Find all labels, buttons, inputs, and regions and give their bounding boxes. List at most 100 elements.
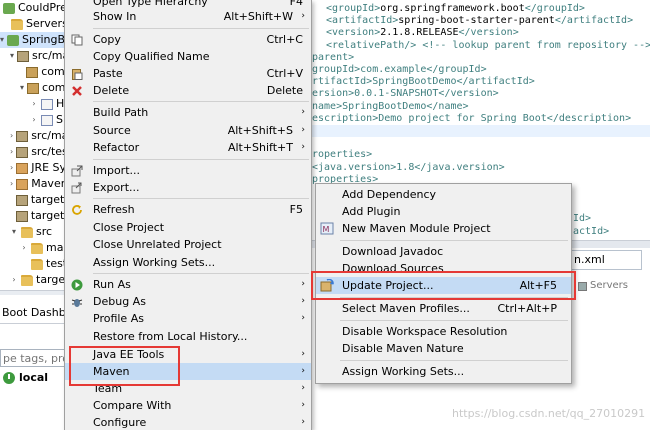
menu-item-copy[interactable]: Copy Ctrl+C: [65, 31, 311, 48]
menu-item-label: Update Project...: [342, 279, 434, 292]
source-folder-icon: [16, 146, 29, 158]
menu-item-debug-as[interactable]: Debug As ›: [65, 293, 311, 310]
local-target-row[interactable]: local: [3, 370, 48, 386]
code-text: parent>: [312, 51, 355, 63]
xml-value: 2.1.8.RELEASE: [380, 27, 459, 39]
code-line: <relativePath/> <!-- lookup parent from …: [326, 40, 650, 52]
expand-toggle-icon[interactable]: ›: [30, 96, 38, 112]
expand-toggle-icon[interactable]: ›: [10, 272, 18, 288]
menu-item-show-in[interactable]: Show In Alt+Shift+W ›: [65, 8, 311, 25]
menu-item-close-unrelated-project[interactable]: Close Unrelated Project: [65, 236, 311, 253]
pom-xml-tab[interactable]: n.xml: [570, 250, 642, 270]
expand-toggle-icon[interactable]: ›: [20, 240, 28, 256]
menu-item-build-path[interactable]: Build Path ›: [65, 104, 311, 121]
folder-icon: [31, 242, 43, 254]
menu-item-assign-working-sets[interactable]: Assign Working Sets...: [65, 254, 311, 271]
copy-icon: [71, 34, 83, 46]
project-context-menu: Open Type Hierarchy F4 Show In Alt+Shift+W ›…: [64, 0, 312, 430]
maven-menu-item-update-project[interactable]: Update Project... Alt+F5: [316, 277, 571, 294]
maven-menu-item-assign-working-sets[interactable]: Assign Working Sets...: [316, 363, 571, 380]
maven-menu-item-new-maven-module-project[interactable]: M New Maven Module Project: [316, 220, 571, 237]
menu-item-delete[interactable]: Delete Delete: [65, 82, 311, 99]
maven-menu-item-add-plugin[interactable]: Add Plugin: [316, 203, 571, 220]
menu-item-shortcut: Alt+Shift+T: [227, 141, 293, 154]
menu-item-profile-as[interactable]: Profile As ›: [65, 310, 311, 327]
menu-item-source[interactable]: Source Alt+Shift+S ›: [65, 122, 311, 139]
maven-menu-item-disable-workspace-resolution[interactable]: Disable Workspace Resolution: [316, 323, 571, 340]
menu-item-configure[interactable]: Configure ›: [65, 414, 311, 430]
maven-menu-item-disable-maven-nature[interactable]: Disable Maven Nature: [316, 340, 571, 357]
source-folder-icon: [17, 50, 30, 62]
maven-submenu: Add Dependency Add Plugin M New Maven Modul…: [315, 183, 572, 384]
code-line: parent>: [312, 52, 354, 64]
menu-item-label: Run As: [93, 278, 131, 291]
expand-toggle-icon[interactable]: ›: [10, 144, 13, 160]
servers-tab[interactable]: Servers: [578, 278, 628, 294]
import-icon: [71, 165, 83, 177]
menu-item-team[interactable]: Team ›: [65, 380, 311, 397]
menu-item-close-project[interactable]: Close Project: [65, 219, 311, 236]
menu-item-paste[interactable]: Paste Ctrl+V: [65, 65, 311, 82]
menu-item-label: Add Dependency: [342, 188, 437, 201]
menu-item-import[interactable]: Import...: [65, 162, 311, 179]
code-line: roperties>: [312, 149, 372, 161]
menu-item-refactor[interactable]: Refactor Alt+Shift+T ›: [65, 139, 311, 156]
menu-item-label: Download Javadoc: [342, 245, 444, 258]
java-file-icon: [41, 98, 53, 110]
package-icon: [26, 66, 39, 78]
menu-item-label: Disable Maven Nature: [342, 342, 464, 355]
maven-menu-item-add-dependency[interactable]: Add Dependency: [316, 186, 571, 203]
tree-item-label: Servers: [26, 17, 68, 30]
menu-item-restore-from-local-history[interactable]: Restore from Local History...: [65, 328, 311, 345]
menu-item-shortcut: Ctrl+V: [266, 67, 303, 80]
menu-separator: [340, 320, 568, 321]
expand-toggle-icon[interactable]: ▾: [20, 80, 24, 96]
menu-item-label: Show In: [93, 10, 137, 23]
menu-item-java-ee-tools[interactable]: Java EE Tools ›: [65, 346, 311, 363]
code-line: groupId>com.example</groupId>: [312, 64, 487, 76]
submenu-arrow-icon: ›: [301, 107, 305, 117]
menu-item-shortcut: Alt+Shift+W: [223, 10, 293, 23]
menu-item-export[interactable]: Export...: [65, 179, 311, 196]
menu-item-copy-qualified-name[interactable]: Copy Qualified Name: [65, 48, 311, 65]
paste-icon: [71, 68, 83, 80]
tree-item-label: src: [36, 225, 53, 238]
menu-item-label: Refactor: [93, 141, 140, 154]
xml-tag-name: version: [332, 27, 375, 39]
source-folder-icon: [15, 194, 28, 206]
menu-item-compare-with[interactable]: Compare With ›: [65, 397, 311, 414]
maven-menu-item-select-maven-profiles[interactable]: Select Maven Profiles... Ctrl+Alt+P: [316, 300, 571, 317]
menu-item-label: Add Plugin: [342, 205, 401, 218]
expand-toggle-icon[interactable]: ›: [10, 160, 13, 176]
menu-item-label: Copy Qualified Name: [93, 50, 210, 63]
servers-tab-label: Servers: [590, 280, 629, 291]
menu-separator: [93, 101, 309, 102]
submenu-arrow-icon: ›: [301, 142, 305, 152]
svg-text:M: M: [323, 225, 330, 234]
menu-item-label: Assign Working Sets...: [93, 256, 216, 269]
menu-item-shortcut: Alt+F5: [519, 279, 557, 292]
xml-tag-name: groupId: [536, 3, 579, 14]
expand-toggle-icon[interactable]: ›: [10, 176, 13, 192]
expand-toggle-icon[interactable]: ›: [30, 112, 38, 128]
menu-separator: [340, 297, 568, 298]
expand-toggle-icon[interactable]: ›: [10, 128, 13, 144]
expand-toggle-icon[interactable]: ▾: [0, 32, 4, 48]
menu-item-maven[interactable]: Maven ›: [65, 363, 311, 380]
menu-item-label: Maven: [93, 365, 130, 378]
source-folder-icon: [16, 130, 29, 142]
menu-item-run-as[interactable]: Run As ›: [65, 276, 311, 293]
menu-item-label: Close Project: [93, 221, 165, 234]
expand-toggle-icon[interactable]: ▾: [10, 224, 18, 240]
menu-item-label: Import...: [93, 164, 140, 177]
menu-item-refresh[interactable]: Refresh F5: [65, 201, 311, 218]
maven-module-icon: M: [320, 222, 334, 235]
code-text: <java.version>1.8</java.version>: [312, 161, 505, 173]
maven-menu-item-download-javadoc[interactable]: Download Javadoc: [316, 243, 571, 260]
xml-bracket: </: [554, 15, 567, 27]
expand-toggle-icon[interactable]: ▾: [10, 48, 14, 64]
maven-menu-item-download-sources[interactable]: Download Sources: [316, 260, 571, 277]
boot-dashboard-filter-input[interactable]: [0, 349, 72, 367]
refresh-icon: [71, 204, 83, 216]
submenu-arrow-icon: ›: [301, 349, 305, 359]
